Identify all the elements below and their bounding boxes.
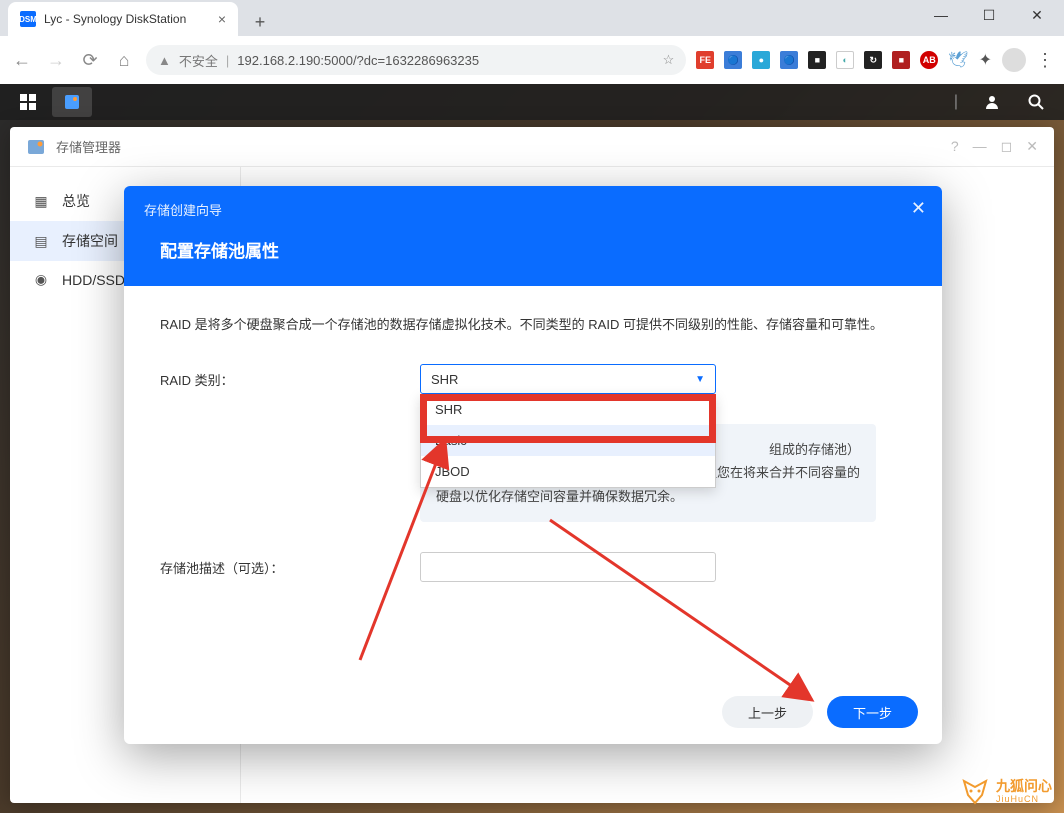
storage-wizard-modal: 存储创建向导 配置存储池属性 ✕ RAID 是将多个硬盘聚合成一个存储池的数据存… — [124, 186, 942, 744]
raid-option-shr[interactable]: SHR — [421, 394, 715, 425]
nav-forward-icon[interactable]: → — [44, 50, 68, 71]
window-controls: — ☐ ✕ — [918, 0, 1060, 30]
extensions: FE 🔵 ● 🔵 ■ ◐ ↻ ■ AB 🕊 ✦ ⋮ — [696, 48, 1054, 72]
chevron-down-icon: ▼ — [695, 374, 705, 385]
wizard-header: 存储创建向导 配置存储池属性 ✕ — [124, 186, 942, 286]
overview-icon: ▦ — [32, 193, 50, 210]
address-bar: ← → ⟳ ⌂ ▲ 不安全 | 192.168.2.190:5000/?dc=1… — [0, 36, 1064, 84]
wizard-footer: 上一步 下一步 — [124, 680, 942, 744]
browser-tab[interactable]: DSM Lyc - Synology DiskStation × — [8, 2, 238, 36]
taskbar-search-icon[interactable] — [1016, 87, 1056, 117]
nav-home-icon[interactable]: ⌂ — [112, 50, 136, 71]
ext-puzzle-icon[interactable]: ✦ — [979, 50, 992, 70]
window-close-icon[interactable]: ✕ — [1014, 0, 1060, 30]
window-title: 存储管理器 — [56, 137, 121, 156]
watermark: 九狐问心 JiuHuCN — [960, 777, 1052, 807]
ext-fe-icon[interactable]: FE — [696, 51, 714, 69]
ext-bird-icon[interactable]: 🕊 — [948, 50, 968, 70]
watermark-cn: 九狐问心 — [996, 779, 1052, 794]
wizard-breadcrumb: 存储创建向导 — [144, 200, 922, 219]
pool-desc-label: 存储池描述（可选）： — [160, 552, 420, 577]
pool-description-input[interactable] — [420, 552, 716, 582]
window-minimize-icon[interactable]: — — [918, 0, 964, 30]
ext-loop-icon[interactable]: ↻ — [864, 51, 882, 69]
sidebar-label: HDD/SSD — [62, 272, 125, 288]
tab-close-icon[interactable]: × — [218, 11, 226, 27]
watermark-en: JiuHuCN — [996, 795, 1052, 805]
sidebar-label: 存储空间 — [62, 231, 118, 251]
tab-title: Lyc - Synology DiskStation — [44, 12, 186, 26]
nav-reload-icon[interactable]: ⟳ — [78, 50, 102, 71]
browser-menu-icon[interactable]: ⋮ — [1036, 50, 1054, 71]
note-line3: 硬盘以优化存储空间容量并确保数据冗余。 — [436, 489, 683, 504]
ext-dark-icon[interactable]: ■ — [808, 51, 826, 69]
nav-back-icon[interactable]: ← — [10, 50, 34, 71]
next-button[interactable]: 下一步 — [827, 696, 918, 728]
raid-type-select[interactable]: SHR ▼ — [420, 364, 716, 394]
wizard-body: RAID 是将多个硬盘聚合成一个存储池的数据存储虚拟化技术。不同类型的 RAID… — [124, 286, 942, 680]
tab-strip: DSM Lyc - Synology DiskStation × + — ☐ ✕ — [0, 0, 1064, 36]
taskbar-user-icon[interactable] — [972, 87, 1012, 117]
url-text: 192.168.2.190:5000/?dc=1632286963235 — [237, 53, 479, 68]
not-secure-warning-icon: ▲ — [158, 53, 171, 68]
sidebar-label: 总览 — [62, 191, 90, 211]
wizard-title: 配置存储池属性 — [160, 237, 922, 262]
window-close-icon[interactable]: ✕ — [1026, 138, 1038, 155]
star-bookmark-icon[interactable]: ☆ — [663, 52, 675, 68]
dsm-taskbar: | — [0, 84, 1064, 120]
window-min-icon[interactable]: — — [973, 138, 987, 155]
taskbar-apps-icon[interactable] — [8, 87, 48, 117]
browser-chrome: DSM Lyc - Synology DiskStation × + — ☐ ✕… — [0, 0, 1064, 84]
ext-blue1-icon[interactable]: 🔵 — [724, 51, 742, 69]
wizard-description: RAID 是将多个硬盘聚合成一个存储池的数据存储虚拟化技术。不同类型的 RAID… — [160, 314, 906, 336]
profile-avatar[interactable] — [1002, 48, 1026, 72]
ext-abp-icon[interactable]: AB — [920, 51, 938, 69]
fox-logo-icon — [960, 777, 990, 807]
window-help-icon[interactable]: ? — [951, 138, 959, 155]
window-titlebar[interactable]: 存储管理器 ? — ◻ ✕ — [10, 127, 1054, 167]
storage-manager-icon — [26, 137, 46, 157]
wizard-close-icon[interactable]: ✕ — [911, 198, 926, 219]
raid-option-basic[interactable]: Basic — [421, 425, 715, 456]
new-tab-button[interactable]: + — [246, 8, 274, 36]
raid-type-label: RAID 类别： — [160, 364, 420, 389]
raid-dropdown: SHR Basic JBOD — [420, 394, 716, 488]
note-line1: 组成的存储池） — [769, 442, 860, 457]
raid-option-jbod[interactable]: JBOD — [421, 456, 715, 487]
raid-selected-value: SHR — [431, 372, 458, 387]
ext-white-icon[interactable]: ◐ — [836, 51, 854, 69]
tab-favicon-icon: DSM — [20, 11, 36, 27]
storage-icon: ▤ — [32, 233, 50, 250]
window-max-icon[interactable]: ◻ — [1001, 138, 1013, 155]
hdd-icon: ◉ — [32, 271, 50, 288]
not-secure-label: 不安全 — [179, 51, 218, 70]
note-line2: 让您在将来合并不同容量的 — [704, 465, 860, 480]
prev-button[interactable]: 上一步 — [722, 696, 813, 728]
taskbar-storage-icon[interactable] — [52, 87, 92, 117]
ext-cyan-icon[interactable]: ● — [752, 51, 770, 69]
window-maximize-icon[interactable]: ☐ — [966, 0, 1012, 30]
ext-red-icon[interactable]: ■ — [892, 51, 910, 69]
ext-blue2-icon[interactable]: 🔵 — [780, 51, 798, 69]
url-field[interactable]: ▲ 不安全 | 192.168.2.190:5000/?dc=163228696… — [146, 45, 686, 75]
